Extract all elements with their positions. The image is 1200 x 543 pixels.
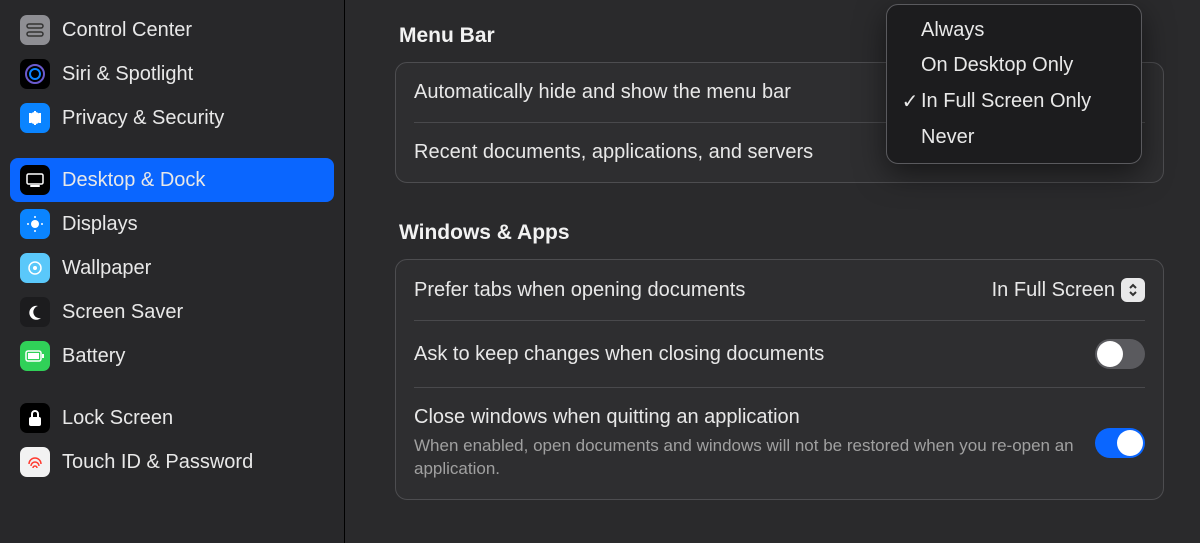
sidebar-item-wallpaper[interactable]: Wallpaper	[10, 246, 334, 290]
sidebar-item-label: Privacy & Security	[62, 107, 224, 130]
row-label: Ask to keep changes when closing documen…	[414, 343, 1095, 366]
row-label: Close windows when quitting an applicati…	[414, 406, 1095, 429]
sidebar-item-label: Touch ID & Password	[62, 451, 253, 474]
sidebar-item-lock-screen[interactable]: Lock Screen	[10, 396, 334, 440]
sidebar-item-screen-saver[interactable]: Screen Saver	[10, 290, 334, 334]
dropdown-option-label: In Full Screen Only	[921, 90, 1091, 113]
battery-icon	[20, 341, 50, 371]
dropdown-option-fullscreen-only[interactable]: ✓ In Full Screen Only	[887, 83, 1141, 120]
desktop-dock-icon	[20, 165, 50, 195]
lock-screen-icon	[20, 403, 50, 433]
sidebar-item-touchid-password[interactable]: Touch ID & Password	[10, 440, 334, 484]
main-content: Menu Bar Automatically hide and show the…	[345, 0, 1200, 543]
sidebar-item-control-center[interactable]: Control Center	[10, 8, 334, 52]
screen-saver-icon	[20, 297, 50, 327]
dropdown-auto-hide-menubar: Always On Desktop Only ✓ In Full Screen …	[886, 4, 1142, 164]
select-prefer-tabs[interactable]: In Full Screen	[992, 278, 1145, 302]
displays-icon	[20, 209, 50, 239]
row-label: Prefer tabs when opening documents	[414, 279, 992, 302]
updown-icon	[1121, 278, 1145, 302]
sidebar-item-desktop-dock[interactable]: Desktop & Dock	[10, 158, 334, 202]
toggle-close-windows-quit[interactable]	[1095, 428, 1145, 458]
row-close-windows-quit: Close windows when quitting an applicati…	[414, 387, 1145, 499]
dropdown-option-desktop-only[interactable]: On Desktop Only	[887, 48, 1141, 83]
dropdown-option-label: Always	[921, 19, 984, 42]
sidebar-item-label: Wallpaper	[62, 257, 151, 280]
sidebar-item-label: Desktop & Dock	[62, 169, 205, 192]
privacy-icon	[20, 103, 50, 133]
dropdown-option-never[interactable]: Never	[887, 120, 1141, 155]
toggle-knob	[1097, 341, 1123, 367]
sidebar-item-label: Lock Screen	[62, 407, 173, 430]
sidebar-item-privacy-security[interactable]: Privacy & Security	[10, 96, 334, 140]
sidebar: Control Center Siri & Spotlight Privacy …	[0, 0, 345, 543]
sidebar-item-displays[interactable]: Displays	[10, 202, 334, 246]
touchid-icon	[20, 447, 50, 477]
dropdown-option-label: On Desktop Only	[921, 54, 1073, 77]
row-prefer-tabs: Prefer tabs when opening documents In Fu…	[414, 260, 1145, 320]
sidebar-item-label: Siri & Spotlight	[62, 63, 193, 86]
toggle-ask-keep-changes[interactable]	[1095, 339, 1145, 369]
sidebar-item-label: Displays	[62, 213, 138, 236]
row-sublabel: When enabled, open documents and windows…	[414, 435, 1095, 481]
dropdown-option-label: Never	[921, 126, 974, 149]
control-center-icon	[20, 15, 50, 45]
wallpaper-icon	[20, 253, 50, 283]
select-value: In Full Screen	[992, 279, 1115, 302]
row-ask-keep-changes: Ask to keep changes when closing documen…	[414, 320, 1145, 387]
check-icon: ✓	[899, 89, 921, 114]
sidebar-item-label: Battery	[62, 345, 125, 368]
toggle-knob	[1117, 430, 1143, 456]
sidebar-item-label: Screen Saver	[62, 301, 183, 324]
panel-windows-apps: Prefer tabs when opening documents In Fu…	[395, 259, 1164, 500]
sidebar-item-label: Control Center	[62, 19, 192, 42]
section-title-windows-apps: Windows & Apps	[399, 221, 1164, 245]
siri-icon	[20, 59, 50, 89]
sidebar-item-battery[interactable]: Battery	[10, 334, 334, 378]
sidebar-item-siri-spotlight[interactable]: Siri & Spotlight	[10, 52, 334, 96]
dropdown-option-always[interactable]: Always	[887, 13, 1141, 48]
